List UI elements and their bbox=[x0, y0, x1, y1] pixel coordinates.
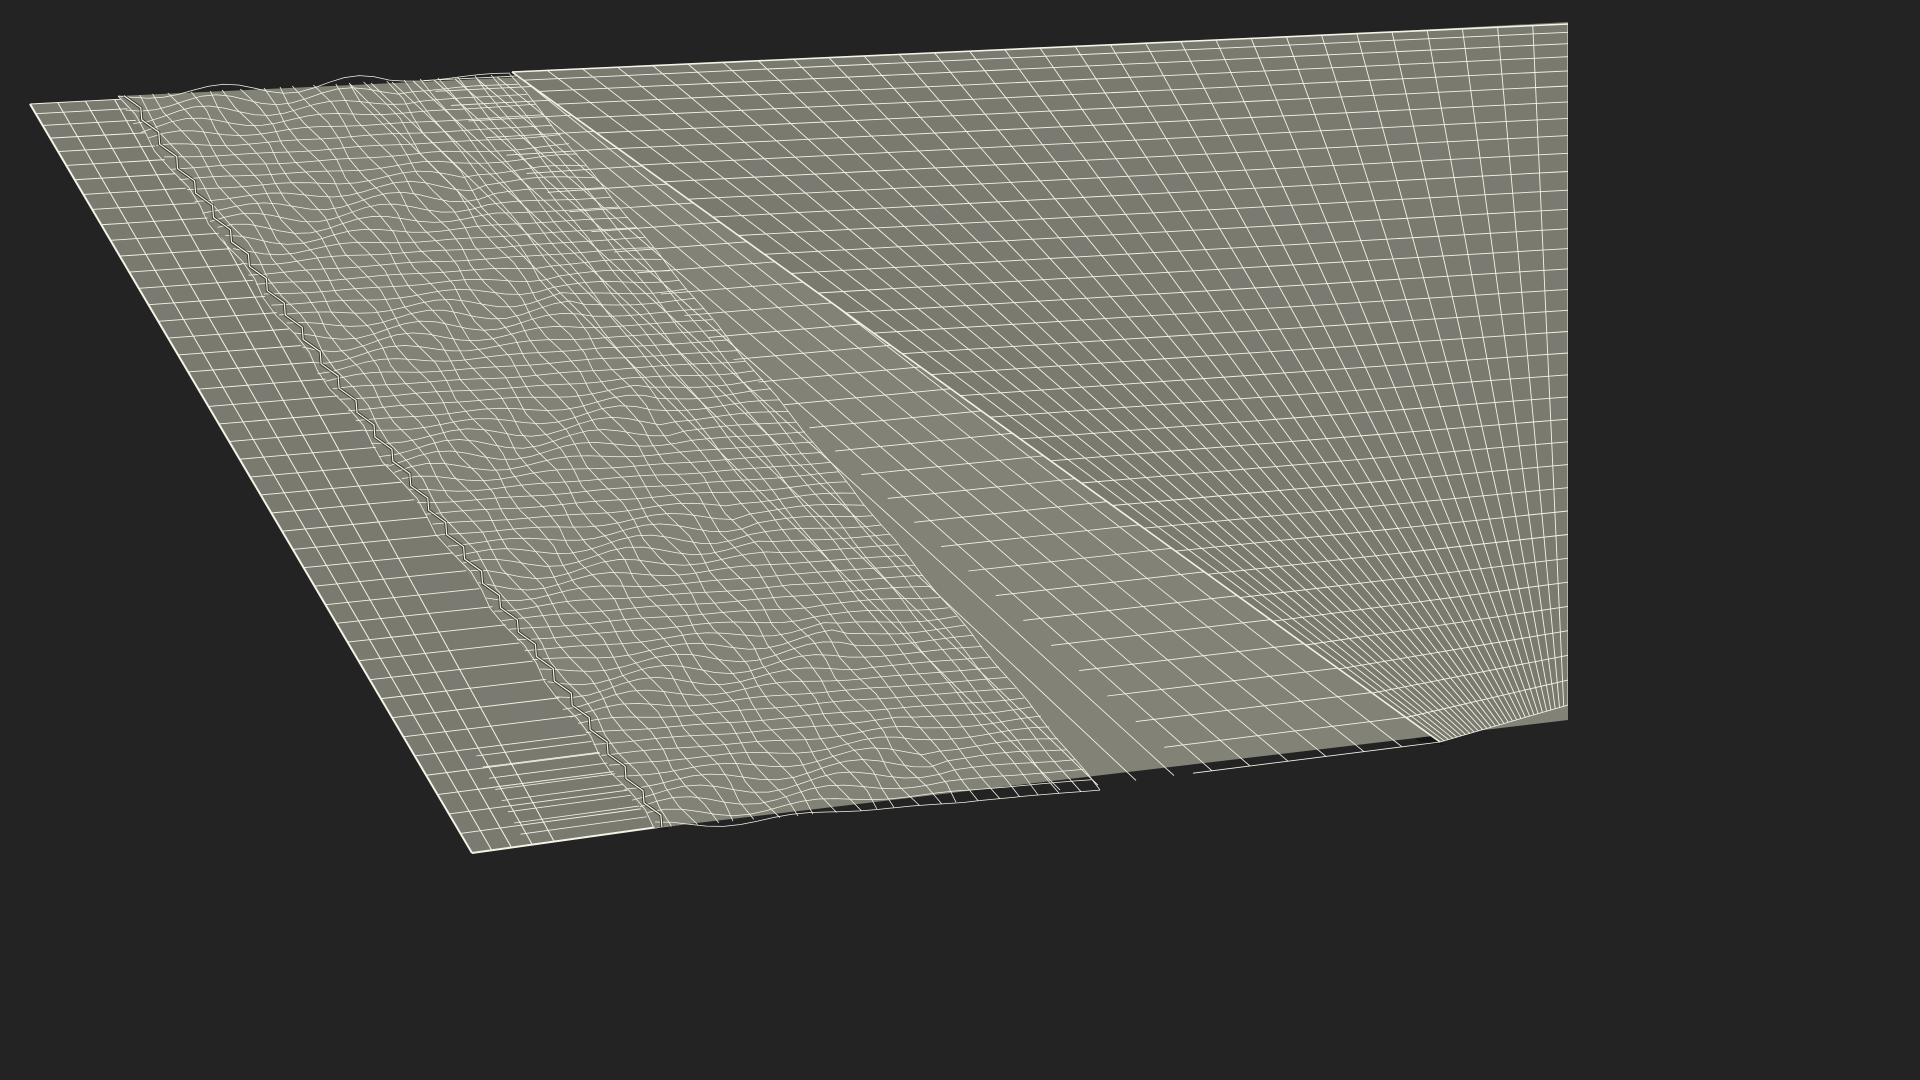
render-viewport bbox=[0, 0, 1568, 882]
wireframe-mesh-render bbox=[29, 22, 1568, 854]
